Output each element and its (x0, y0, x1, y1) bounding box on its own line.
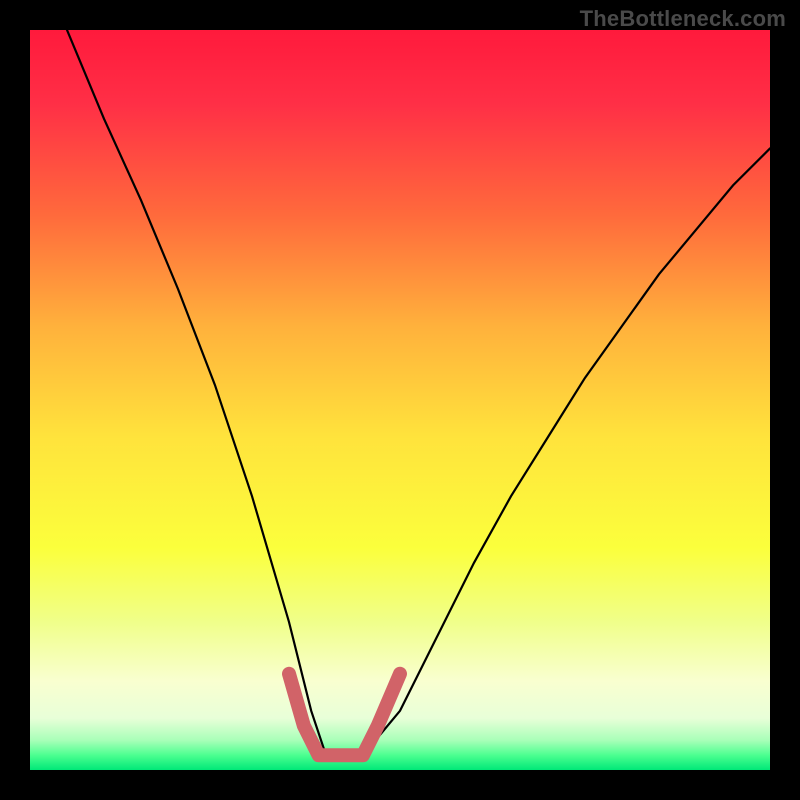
curve-layer (30, 30, 770, 770)
plot-area (30, 30, 770, 770)
bottleneck-curve (67, 30, 770, 755)
chart-container: TheBottleneck.com (0, 0, 800, 800)
watermark-text: TheBottleneck.com (580, 6, 786, 32)
